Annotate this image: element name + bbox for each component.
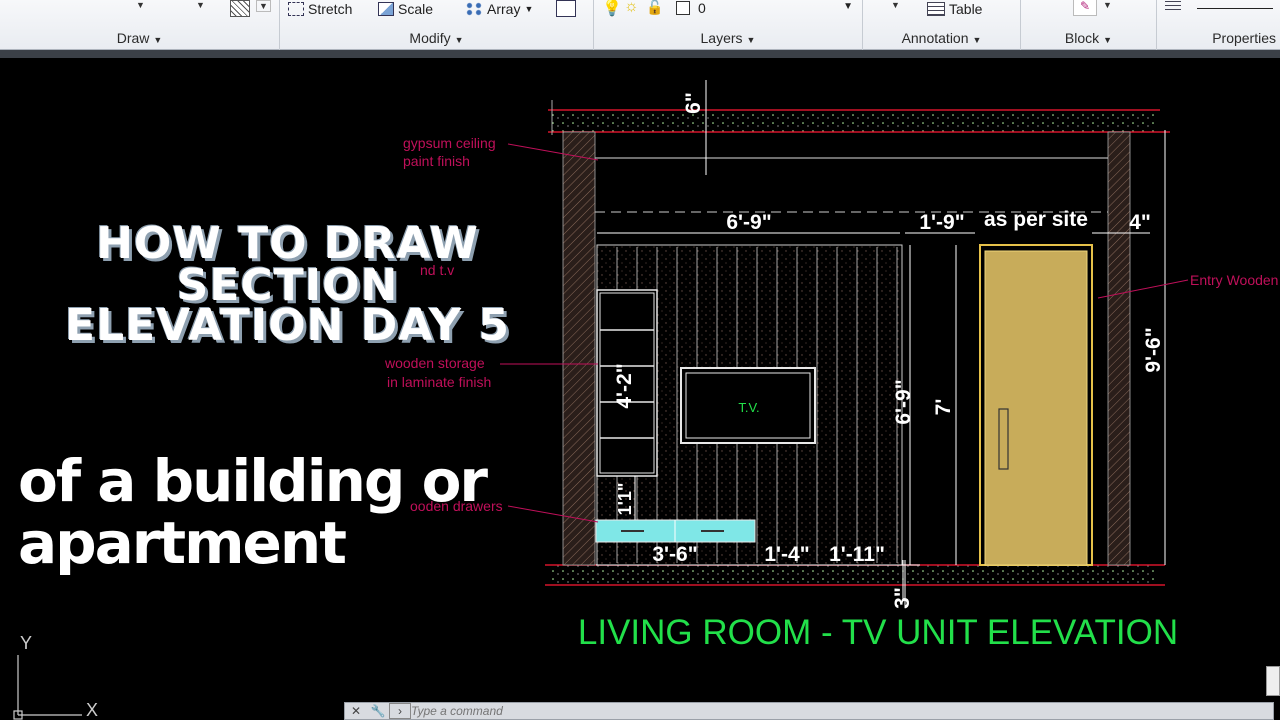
entry-door (979, 244, 1093, 566)
annotation-panel: ▼ Table Annotation ▼ (863, 0, 1021, 50)
panel-title-block[interactable]: Block ▼ (1021, 28, 1156, 48)
lightbulb-icon[interactable]: 💡 (602, 0, 622, 18)
annotation-dropdown-arrow[interactable]: ▼ (891, 0, 900, 10)
command-input[interactable] (411, 703, 811, 719)
scale-icon (378, 2, 394, 16)
top-slab (548, 100, 1170, 135)
hatch-icon[interactable] (230, 0, 250, 17)
dim-top-slab: 6" (682, 92, 705, 114)
array-icon (465, 2, 483, 16)
layers-panel: 💡 ☼ 🔓 0 ▼ Layers ▼ (594, 0, 863, 50)
modify-panel: Stretch Scale Array ▼ Modify ▼ (280, 0, 594, 50)
hatch-dropdown[interactable]: ▼ (256, 0, 271, 12)
panel-title-properties[interactable]: Properties (1157, 28, 1280, 48)
block-panel: ✎ ▼ Block ▼ (1021, 0, 1157, 50)
tv-unit: T.V. (680, 367, 816, 444)
stretch-icon (288, 2, 304, 16)
scale-button[interactable]: Scale (378, 0, 433, 18)
sun-icon[interactable]: ☼ (624, 0, 639, 16)
array-dropdown-arrow[interactable]: ▼ (524, 4, 533, 14)
label-storage-2: in laminate finish (387, 374, 491, 390)
draw-panel: ▼ ▼ ▼ Draw ▼ (0, 0, 280, 50)
panel-title-modify[interactable]: Modify ▼ (280, 28, 593, 48)
draw-dropdown-arrow-2[interactable]: ▼ (196, 0, 205, 10)
ucs-y-label: Y (20, 633, 32, 653)
panel-title-layers[interactable]: Layers ▼ (594, 28, 862, 48)
copy-clip-icon[interactable] (556, 0, 576, 17)
layer-dropdown[interactable]: 0 ▼ (694, 0, 859, 18)
properties-panel: Properties (1157, 0, 1280, 50)
dim-total-height: 9'-6" (1142, 327, 1165, 372)
right-wall (1107, 131, 1131, 566)
ucs-icon (13, 655, 82, 720)
dim-floor: 3" (891, 587, 914, 609)
panel-title-draw[interactable]: Draw ▼ (0, 28, 279, 48)
dim-gap-1: 1'-4" (764, 543, 809, 566)
ucs-x-label: X (86, 700, 98, 720)
lock-icon[interactable]: 🔓 (646, 0, 663, 16)
block-insert-icon[interactable]: ✎ (1073, 0, 1097, 16)
table-button[interactable]: Table (927, 0, 982, 18)
panel-title-annotation[interactable]: Annotation ▼ (863, 28, 1020, 48)
dim-door-height: 7' (932, 399, 955, 416)
headline-line-1: HOW TO DRAW (96, 218, 479, 269)
block-dropdown-arrow[interactable]: ▼ (1103, 0, 1112, 10)
wooden-drawers (595, 519, 756, 543)
subtitle-line-2: apartment (18, 509, 347, 577)
close-icon[interactable]: ✕ (345, 704, 367, 718)
dim-drawer-width: 3'-6" (652, 543, 697, 566)
dim-door-gap: 1'-9" (919, 211, 964, 234)
list-icon[interactable] (1165, 1, 1181, 13)
left-wall (562, 131, 596, 566)
lineweight-line[interactable] (1197, 8, 1273, 9)
dim-right-wall: 4" (1129, 211, 1151, 234)
dim-tv-wall-width: 6'-9" (726, 211, 771, 234)
stretch-label: Stretch (308, 1, 353, 17)
ribbon: ▼ ▼ ▼ Draw ▼ Stretch Scale Array ▼ Modify… (0, 0, 1280, 50)
command-line: ✕ 🔧 › (344, 702, 1274, 720)
prompt-icon[interactable]: › (389, 703, 411, 719)
label-gypsum-2: paint finish (403, 153, 470, 169)
array-label: Array (487, 1, 521, 17)
floor-slab (545, 564, 1165, 586)
draw-dropdown-arrow[interactable]: ▼ (136, 0, 145, 10)
ribbon-separator (0, 50, 1280, 58)
layer-color-swatch (676, 1, 690, 15)
tv-label: T.V. (738, 400, 759, 415)
layer-dropdown-arrow[interactable]: ▼ (843, 1, 853, 12)
dim-drawer-height: 1'1" (615, 483, 635, 516)
table-icon (927, 2, 945, 16)
layer-name: 0 (698, 0, 706, 16)
dim-gap-2: 1'-11" (829, 543, 885, 566)
drawing-title: LIVING ROOM - TV UNIT ELEVATION (578, 613, 1178, 652)
stretch-button[interactable]: Stretch (288, 0, 352, 18)
nav-bar-edge[interactable] (1266, 666, 1280, 696)
drawing-canvas[interactable]: T.V. 6" 6'-9" 1'-9" as per site 4" 9'-6"… (0, 58, 1280, 720)
table-label: Table (949, 1, 983, 17)
dim-storage-height: 4'-2" (613, 363, 636, 408)
headline-line-3: ELEVATION DAY 5 (65, 300, 510, 351)
label-entry: Entry Wooden (1190, 272, 1278, 288)
label-gypsum-1: gypsum ceiling (403, 135, 496, 151)
dim-as-per-site: as per site (984, 208, 1088, 231)
subtitle-line-1: of a building or (18, 447, 488, 515)
label-storage-1: wooden storage (384, 355, 485, 371)
elevation-drawing: T.V. 6" 6'-9" 1'-9" as per site 4" 9'-6"… (13, 80, 1278, 720)
scale-label: Scale (398, 1, 434, 17)
dim-panel-height: 6'-9" (892, 379, 915, 424)
wrench-icon[interactable]: 🔧 (367, 704, 389, 718)
array-button[interactable]: Array ▼ (465, 0, 533, 18)
